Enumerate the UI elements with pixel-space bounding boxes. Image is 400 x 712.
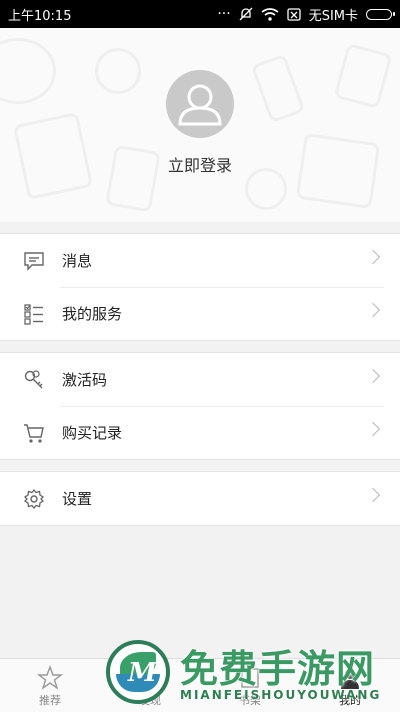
menu-item-activation-code[interactable]: 激活码 [0,353,400,406]
menu-item-label: 激活码 [62,371,108,389]
bottom-tab-bar: 推荐 发现 书架 我的 [0,658,400,712]
message-icon [22,249,46,273]
login-link[interactable]: 立即登录 [0,152,400,176]
cart-icon [22,421,46,445]
default-avatar-icon [178,84,222,126]
tab-label: 推荐 [39,694,61,707]
status-bar: 上午10:15 ··· 无SIM卡 [0,0,400,28]
menu-item-messages[interactable]: 消息 [0,234,400,287]
bookshelf-icon [237,664,263,692]
chevron-right-icon [365,421,381,437]
chevron-right-icon [365,368,381,384]
profile-header: 立即登录 [0,28,400,222]
menu-item-settings[interactable]: 设置 [0,472,400,525]
chevron-right-icon [365,302,381,318]
avatar[interactable] [166,70,234,138]
menu-group-purchases: 激活码 购买记录 [0,352,400,460]
menu-item-my-services[interactable]: 我的服务 [0,287,400,340]
status-carrier: 无SIM卡 [308,8,358,24]
tab-label: 我的 [339,694,361,707]
menu-group-settings: 设置 [0,471,400,526]
user-icon [337,664,363,692]
chevron-right-icon [365,487,381,503]
menu-item-label: 我的服务 [62,305,123,323]
tab-bookshelf[interactable]: 书架 [200,659,300,712]
bell-muted-icon [239,7,253,21]
tab-label: 发现 [139,694,161,707]
sim-icon [287,7,301,21]
status-icons: ··· 无SIM卡 [217,5,395,24]
menu-item-label: 购买记录 [62,424,123,442]
discover-icon [137,664,163,692]
tab-recommend[interactable]: 推荐 [0,659,100,712]
key-icon [22,368,46,392]
tab-discover[interactable]: 发现 [100,659,200,712]
battery-icon [366,8,395,20]
more-dots-icon: ··· [217,6,231,22]
menu-item-purchase-history[interactable]: 购买记录 [0,406,400,459]
service-list-icon [22,302,46,326]
menu-item-label: 设置 [62,490,93,508]
gear-icon [22,487,46,511]
wifi-icon [261,7,279,21]
tab-label: 书架 [239,694,261,707]
chevron-right-icon [365,249,381,265]
star-icon [37,664,63,692]
menu-group-messages: 消息 我的服务 [0,233,400,341]
tab-mine[interactable]: 我的 [300,659,400,712]
status-time: 上午10:15 [8,8,72,24]
menu-item-label: 消息 [62,252,93,270]
